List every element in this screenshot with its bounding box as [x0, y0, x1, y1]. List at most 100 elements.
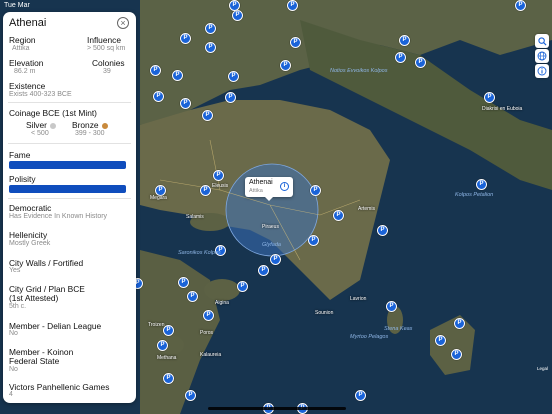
- map-pin[interactable]: P: [377, 225, 388, 236]
- map-pin[interactable]: P: [333, 210, 344, 221]
- info-icon: [537, 66, 547, 76]
- fame-label: Fame: [9, 150, 31, 160]
- map-pin[interactable]: P: [228, 71, 239, 82]
- map-pin[interactable]: P: [180, 98, 191, 109]
- place-label: Methana: [157, 355, 177, 361]
- hellenicity-label: Hellenicity: [9, 230, 48, 240]
- map-pin[interactable]: P: [203, 310, 214, 321]
- colonies-value: 39: [103, 68, 111, 75]
- map-pin[interactable]: P: [484, 92, 495, 103]
- bronze-value: 399 - 300: [75, 130, 105, 137]
- place-label: Salamis: [186, 214, 204, 220]
- map-pin[interactable]: P: [150, 65, 161, 76]
- callout-region: Attika: [249, 188, 263, 194]
- status-time: Tue Mar: [4, 2, 30, 9]
- legal-link[interactable]: Legal: [537, 366, 548, 371]
- fame-bar: [9, 161, 126, 169]
- home-indicator[interactable]: [208, 407, 346, 410]
- globe-icon: [537, 51, 547, 61]
- map-pin[interactable]: P: [205, 42, 216, 53]
- map-pin[interactable]: P: [386, 301, 397, 312]
- search-icon: [537, 36, 547, 46]
- map-pin[interactable]: P: [185, 390, 196, 401]
- map-pin[interactable]: P: [163, 373, 174, 384]
- map-callout[interactable]: Athenai Attika i: [245, 177, 293, 201]
- influence-label: Influence: [87, 35, 121, 45]
- map-pin[interactable]: P: [451, 349, 462, 360]
- grid-value: 5th c.: [9, 303, 27, 310]
- place-label: Aigina: [215, 300, 229, 306]
- close-icon[interactable]: ×: [117, 17, 129, 29]
- silver-coin-icon: [49, 122, 56, 129]
- map-pin[interactable]: P: [454, 318, 465, 329]
- victors-label: Victors Panhellenic Games: [9, 382, 110, 392]
- layers-button[interactable]: [535, 49, 549, 63]
- info-button[interactable]: [535, 64, 549, 78]
- region-label: Region: [9, 35, 36, 45]
- map-pin[interactable]: P: [180, 33, 191, 44]
- bronze-label: Bronze: [72, 120, 108, 130]
- map-pin[interactable]: P: [232, 10, 243, 21]
- delian-label: Member - Delian League: [9, 321, 102, 331]
- map-pin[interactable]: P: [258, 265, 269, 276]
- sea-label: Myrtoo Pelagos: [350, 334, 389, 340]
- map-pin[interactable]: P: [178, 277, 189, 288]
- map-pin[interactable]: P: [287, 0, 298, 11]
- map-pin[interactable]: P: [270, 254, 281, 265]
- map-pin[interactable]: P: [399, 35, 410, 46]
- info-icon[interactable]: i: [280, 182, 289, 191]
- search-button[interactable]: [535, 34, 549, 48]
- democratic-label: Democratic: [9, 203, 52, 213]
- sea-label: Saronikos Kolpos: [178, 250, 221, 256]
- map-pin[interactable]: P: [280, 60, 291, 71]
- coinage-label: Coinage BCE (1st Mint): [9, 108, 97, 118]
- map-pin[interactable]: P: [229, 0, 240, 11]
- map-pin[interactable]: P: [187, 291, 198, 302]
- map-pin[interactable]: P: [202, 110, 213, 121]
- walls-value: Yes: [9, 267, 21, 274]
- bronze-coin-icon: [101, 122, 108, 129]
- map-pin[interactable]: P: [172, 70, 183, 81]
- place-label: Piraeus: [262, 224, 279, 230]
- map-pin[interactable]: P: [205, 23, 216, 34]
- influence-value: > 500 sq km: [87, 45, 126, 52]
- region-value: Attika: [12, 45, 30, 52]
- place-label: Sounion: [315, 310, 334, 316]
- map-pin[interactable]: P: [237, 281, 248, 292]
- map-pin[interactable]: P: [515, 0, 526, 11]
- map-pin[interactable]: P: [308, 235, 319, 246]
- map-pin[interactable]: P: [153, 91, 164, 102]
- koinon-value: No: [9, 366, 18, 373]
- map-pin[interactable]: P: [225, 92, 236, 103]
- divider: [8, 198, 131, 199]
- existence-value: Exists 400-323 BCE: [9, 91, 72, 98]
- map-pin[interactable]: P: [435, 335, 446, 346]
- place-label: Megara: [150, 195, 167, 201]
- bronze-text: Bronze: [72, 120, 99, 130]
- place-label: Lavrion: [350, 296, 367, 302]
- place-label: Kalaureia: [200, 352, 222, 358]
- map-pin[interactable]: P: [200, 185, 211, 196]
- divider: [8, 102, 131, 103]
- silver-label: Silver: [26, 120, 56, 130]
- city-detail-panel: Athenai × Region Attika Influence > 500 …: [3, 12, 136, 403]
- map-pin[interactable]: P: [395, 52, 406, 63]
- koinon-label-line2: Federal State: [9, 356, 60, 366]
- callout-name: Athenai: [249, 179, 273, 186]
- map-pin[interactable]: P: [157, 340, 168, 351]
- map-pin[interactable]: P: [355, 390, 366, 401]
- map-pin[interactable]: P: [415, 57, 426, 68]
- map-pin[interactable]: P: [290, 37, 301, 48]
- sea-label: Notios Evvoikos Kolpos: [330, 68, 388, 74]
- place-label: Poros: [200, 330, 214, 336]
- silver-text: Silver: [26, 120, 47, 130]
- map-pin[interactable]: P: [213, 170, 224, 181]
- map-pin[interactable]: P: [310, 185, 321, 196]
- polisity-label: Polisity: [9, 174, 36, 184]
- existence-label: Existence: [9, 81, 46, 91]
- map-pin[interactable]: P: [476, 179, 487, 190]
- divider: [8, 143, 131, 144]
- democratic-value: Has Evidence In Known History: [9, 213, 108, 220]
- place-label: Troizen: [148, 322, 165, 328]
- elevation-value: 86.2 m: [14, 68, 36, 75]
